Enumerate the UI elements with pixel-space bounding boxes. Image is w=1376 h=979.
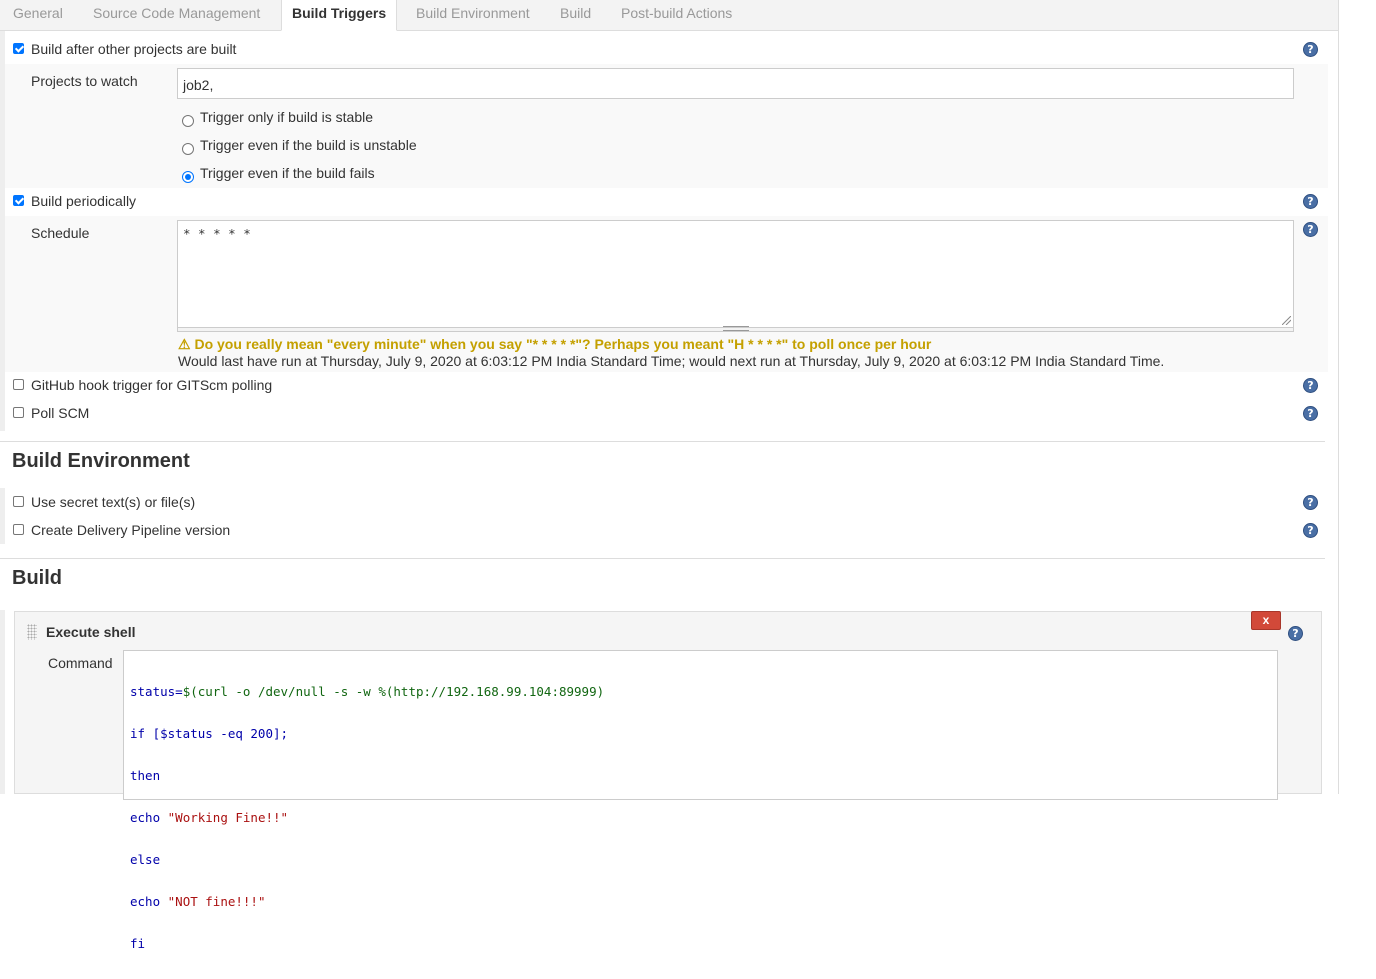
- poll-scm-checkbox[interactable]: [13, 407, 24, 418]
- github-hook-checkbox[interactable]: [13, 379, 24, 390]
- drag-handle-icon: [723, 326, 749, 331]
- code-line: echo "NOT fine!!!": [130, 894, 266, 909]
- tab-build[interactable]: Build: [560, 0, 591, 30]
- config-page: General Source Code Management Build Tri…: [0, 0, 1339, 951]
- schedule-resize-bar[interactable]: [177, 326, 1294, 332]
- radio-trigger-unstable-label: Trigger even if the build is unstable: [200, 137, 417, 153]
- command-code: status=$(curl -o /dev/null -s -w %(http:…: [130, 657, 604, 979]
- secret-text-label: Use secret text(s) or file(s): [31, 494, 196, 510]
- schedule-value: * * * * *: [183, 226, 251, 241]
- config-tabbar: General Source Code Management Build Tri…: [0, 0, 1338, 31]
- help-icon[interactable]: ?: [1303, 378, 1318, 393]
- schedule-warning-text: Do you really mean "every minute" when y…: [194, 336, 932, 352]
- projects-to-watch-input[interactable]: job2,: [177, 68, 1294, 99]
- tab-build-environment[interactable]: Build Environment: [416, 0, 530, 30]
- section-divider: [0, 441, 1325, 442]
- build-heading: Build: [12, 567, 62, 589]
- radio-trigger-unstable[interactable]: [182, 143, 194, 155]
- help-icon[interactable]: ?: [1303, 42, 1318, 57]
- schedule-textarea[interactable]: * * * * *: [177, 220, 1294, 328]
- drag-handle-icon[interactable]: [27, 624, 37, 640]
- schedule-run-info: Would last have run at Thursday, July 9,…: [178, 353, 1165, 369]
- build-periodically-checkbox[interactable]: [13, 195, 24, 206]
- build-after-label: Build after other projects are built: [31, 41, 237, 57]
- radio-trigger-fails-label: Trigger even if the build fails: [200, 165, 375, 181]
- delete-step-button[interactable]: x: [1251, 611, 1281, 630]
- build-environment-heading: Build Environment: [12, 450, 190, 472]
- projects-to-watch-label: Projects to watch: [31, 73, 138, 89]
- section-indent-bar: [0, 610, 5, 794]
- command-label: Command: [48, 655, 113, 671]
- code-line: if [$status -eq 200];: [130, 726, 289, 741]
- schedule-label: Schedule: [31, 225, 90, 241]
- build-after-checkbox[interactable]: [13, 43, 24, 54]
- tab-post-build-actions[interactable]: Post-build Actions: [621, 0, 732, 30]
- code-line: status=$(curl -o /dev/null -s -w %(http:…: [130, 684, 605, 699]
- section-indent-bar: [0, 488, 5, 544]
- delivery-pipeline-checkbox[interactable]: [13, 524, 24, 535]
- code-line: echo "Working Fine!!": [130, 810, 289, 825]
- command-editor[interactable]: status=$(curl -o /dev/null -s -w %(http:…: [123, 650, 1278, 951]
- execute-shell-title: Execute shell: [46, 624, 136, 640]
- help-icon[interactable]: ?: [1288, 626, 1303, 641]
- section-divider: [0, 558, 1325, 559]
- delivery-pipeline-label: Create Delivery Pipeline version: [31, 522, 231, 538]
- schedule-warning: ⚠ Do you really mean "every minute" when…: [178, 336, 931, 353]
- help-icon[interactable]: ?: [1303, 406, 1318, 421]
- help-icon[interactable]: ?: [1303, 523, 1318, 538]
- tab-general[interactable]: General: [13, 0, 63, 30]
- help-icon[interactable]: ?: [1303, 495, 1318, 510]
- resize-grip-icon[interactable]: [1282, 316, 1291, 325]
- code-line: else: [130, 852, 161, 867]
- projects-to-watch-value: job2,: [183, 77, 214, 93]
- warning-icon: ⚠: [178, 336, 191, 352]
- secret-text-checkbox[interactable]: [13, 496, 24, 507]
- radio-trigger-stable-label: Trigger only if build is stable: [200, 109, 374, 125]
- code-line: then: [130, 768, 161, 783]
- radio-trigger-fails[interactable]: [182, 171, 194, 183]
- help-icon[interactable]: ?: [1303, 194, 1318, 209]
- tab-source-code-management[interactable]: Source Code Management: [93, 0, 260, 30]
- tab-build-triggers[interactable]: Build Triggers: [281, 0, 398, 31]
- radio-trigger-stable[interactable]: [182, 115, 194, 127]
- github-hook-label: GitHub hook trigger for GITScm polling: [31, 377, 273, 393]
- code-line: fi: [130, 936, 146, 951]
- poll-scm-label: Poll SCM: [31, 405, 90, 421]
- help-icon[interactable]: ?: [1303, 222, 1318, 237]
- build-periodically-label: Build periodically: [31, 193, 137, 209]
